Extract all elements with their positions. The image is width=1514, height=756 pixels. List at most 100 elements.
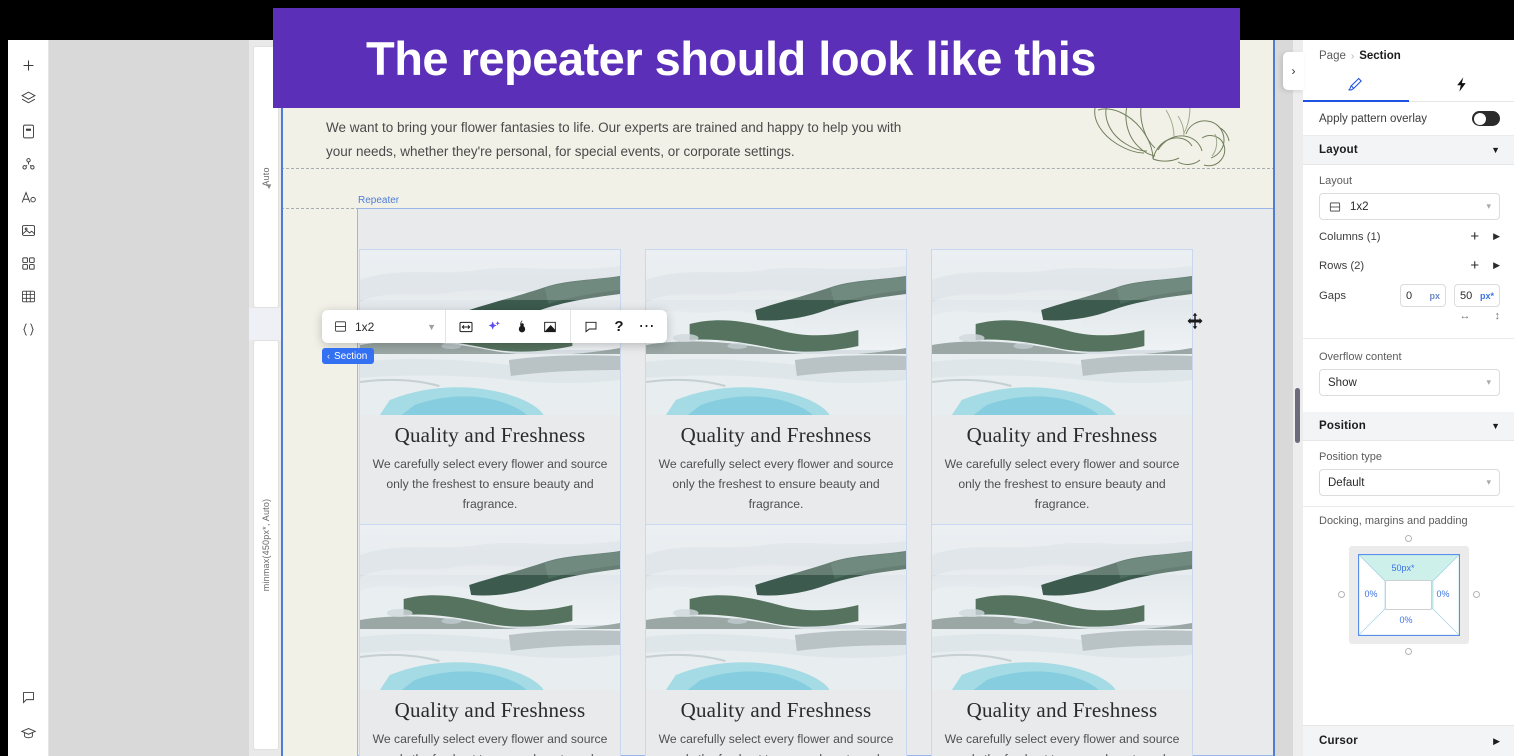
left-toolbar-top-group [12,40,44,344]
layout-section-header[interactable]: Layout ▼ [1303,136,1514,165]
blocks-icon[interactable] [12,248,44,278]
repeater-card[interactable]: Quality and Freshness We carefully select… [645,524,907,756]
more-icon[interactable]: ⋯ [633,313,661,341]
breadcrumb-current: Section [1359,50,1401,62]
dock-anchor-left[interactable] [1337,591,1345,598]
card-title[interactable]: Quality and Freshness [652,698,900,723]
card-title[interactable]: Quality and Freshness [938,423,1186,448]
add-column-icon[interactable]: + [1470,229,1479,244]
breadcrumb-parent[interactable]: Page [1319,50,1346,62]
card-description[interactable]: We carefully select every flower and sou… [366,729,614,756]
page-canvas[interactable]: We want to bring your flower fantasies t… [281,40,1275,756]
annotation-banner: The repeater should look like this [273,8,1240,108]
toolbar-layout-selector[interactable]: 1x2 ▼ [322,310,446,343]
chevron-down-icon: ▾ [1486,201,1491,211]
gap-column-input[interactable]: 0 px [1400,284,1446,307]
card-image[interactable] [932,525,1192,690]
card-image[interactable] [360,525,620,690]
floating-element-toolbar[interactable]: 1x2 ▼ ? ⋯ [322,310,667,343]
dock-bottom-value[interactable]: 0% [1400,615,1413,625]
card-image[interactable] [646,250,906,415]
ai-sparkle-icon[interactable] [480,313,508,341]
card-title[interactable]: Quality and Freshness [938,698,1186,723]
grid-row-highlight [249,308,283,340]
breakpoint-caret-icon[interactable]: ▼ [265,182,273,191]
repeater-card[interactable]: Quality and Freshness We carefully select… [359,524,621,756]
expand-rows-icon[interactable]: ▶ [1493,260,1500,271]
repeater-label: Repeater [355,195,403,206]
gap-row-input[interactable]: 50 px* [1454,284,1500,307]
dock-anchor-bottom[interactable] [1404,648,1412,655]
inspector-scrollbar-thumb[interactable] [1295,388,1300,443]
repeater-card[interactable]: Quality and Freshness We carefully select… [645,249,907,525]
card-description[interactable]: We carefully select every flower and sou… [652,454,900,514]
cursor-section-header[interactable]: Cursor ▶ [1303,725,1514,756]
pages-icon[interactable] [12,116,44,146]
breadcrumb-separator: › [1350,50,1355,62]
dock-anchor-right[interactable] [1472,591,1480,598]
overflow-label: Overflow content [1319,351,1402,363]
stretch-icon[interactable] [452,313,480,341]
expand-columns-icon[interactable]: ▶ [1493,231,1500,242]
cms-table-icon[interactable] [12,281,44,311]
code-icon[interactable] [12,314,44,344]
design-icon[interactable] [508,313,536,341]
grid-row-chip[interactable]: minmax(450px*, Auto) [253,340,279,750]
collapse-panel-button[interactable]: › [1283,52,1304,90]
breadcrumb: Page › Section [1303,40,1514,68]
card-body: Quality and Freshness We carefully select… [932,690,1192,756]
position-section-title: Position [1319,420,1366,432]
card-image[interactable] [932,250,1192,415]
position-section-header[interactable]: Position ▼ [1303,412,1514,441]
dock-right-value[interactable]: 0% [1437,589,1450,599]
card-title[interactable]: Quality and Freshness [652,423,900,448]
repeater-card[interactable]: Quality and Freshness We carefully select… [359,249,621,525]
repeater-container[interactable]: Quality and Freshness We carefully select… [357,208,1275,756]
add-icon[interactable] [12,50,44,80]
horizontal-gap-icon: ↔ [1459,310,1471,322]
pattern-overlay-row: Apply pattern overlay [1303,102,1514,136]
apps-icon[interactable] [12,149,44,179]
selected-element-badge[interactable]: ‹ Section [322,348,375,364]
card-image[interactable] [646,525,906,690]
theme-icon[interactable] [12,182,44,212]
add-row-icon[interactable]: + [1470,258,1479,273]
dock-anchor-top[interactable] [1404,535,1412,542]
card-description[interactable]: We carefully select every flower and sou… [938,454,1186,514]
gap-direction-icons: ↔ ↕ [1303,307,1514,330]
card-title[interactable]: Quality and Freshness [366,423,614,448]
card-title[interactable]: Quality and Freshness [366,698,614,723]
background-icon[interactable] [536,313,564,341]
comments-icon[interactable] [12,682,44,712]
chevron-down-icon: ▼ [1491,145,1500,155]
card-body: Quality and Freshness We carefully select… [360,690,620,756]
layout-select[interactable]: 1x2 ▾ [1319,193,1500,220]
repeater-card[interactable]: Quality and Freshness We carefully select… [931,524,1193,756]
help-icon[interactable]: ? [605,313,633,341]
repeater-card[interactable]: Quality and Freshness We carefully select… [931,249,1193,525]
overflow-select[interactable]: Show ▾ [1319,369,1500,396]
media-icon[interactable] [12,215,44,245]
card-description[interactable]: We carefully select every flower and sou… [938,729,1186,756]
badge-label: Section [334,350,368,362]
learn-icon[interactable] [12,718,44,748]
card-description[interactable]: We carefully select every flower and sou… [652,729,900,756]
chevron-down-icon: ▾ [1486,477,1491,487]
badge-back-icon[interactable]: ‹ [327,351,330,361]
chevron-down-icon: ▾ [1486,377,1491,387]
toolbar-group-secondary: ? ⋯ [571,310,667,343]
mountain-lake-photo [932,250,1192,415]
position-type-select[interactable]: Default ▾ [1319,469,1500,496]
tab-interactions[interactable] [1409,68,1514,101]
tab-design[interactable] [1303,68,1409,102]
dock-left-value[interactable]: 0% [1365,589,1378,599]
comment-icon[interactable] [577,313,605,341]
pattern-overlay-toggle[interactable] [1472,111,1500,126]
columns-row: Columns (1) + ▶ [1303,222,1514,251]
card-body: Quality and Freshness We carefully select… [360,415,620,524]
chevron-right-icon: ▶ [1493,735,1500,746]
dock-top-value[interactable]: 50px* [1392,563,1415,573]
layers-icon[interactable] [12,83,44,113]
docking-diagram[interactable]: 50px* 0% 0% 0% [1337,535,1480,655]
card-description[interactable]: We carefully select every flower and sou… [366,454,614,514]
